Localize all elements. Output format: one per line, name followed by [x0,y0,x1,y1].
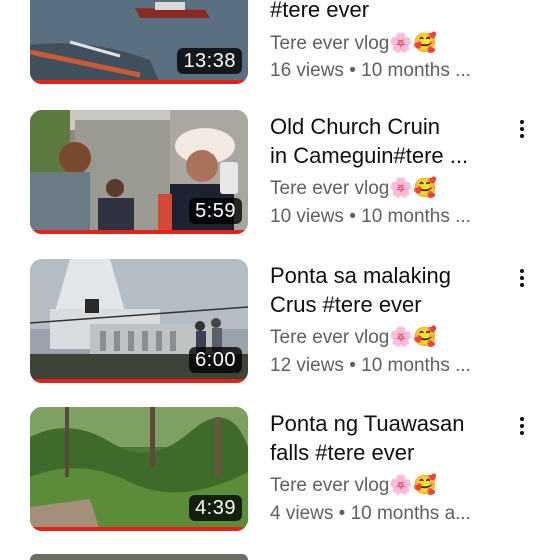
watch-progress-bar [30,230,248,234]
video-title[interactable]: #tere ever [270,0,500,24]
video-title[interactable]: Ponta sa malaking Crus #tere ever [270,261,500,319]
video-duration-badge: 6:00 [189,347,242,373]
video-duration-badge: 13:38 [177,48,242,74]
channel-name[interactable]: Tere ever vlog🌸🥰 [270,31,437,55]
video-meta: 10 views • 10 months ... [270,206,471,227]
video-title-line: falls #tere ever [270,440,415,465]
video-title-line: Old Church Cruin [270,114,440,139]
video-thumbnail[interactable]: 6:00 [30,259,248,383]
more-vert-icon[interactable] [512,263,532,293]
more-vert-icon[interactable] [512,411,532,441]
video-title-line: in Cameguin#tere ... [270,143,469,168]
video-title-line: Crus #tere ever [270,292,422,317]
video-thumbnail[interactable]: 5:59 [30,110,248,234]
watch-progress-bar [30,379,248,383]
video-duration-badge: 5:59 [189,198,242,224]
video-title[interactable]: Ponta ng Tuawasan falls #tere ever [270,409,500,467]
video-thumbnail[interactable]: 13:38 [30,0,248,84]
video-title-line: Ponta sa malaking [270,263,451,288]
watch-progress-bar [30,80,248,84]
video-title[interactable]: Old Church Cruin in Cameguin#tere ... [270,112,500,170]
channel-name[interactable]: Tere ever vlog🌸🥰 [270,325,437,349]
video-duration-badge: 4:39 [189,495,242,521]
channel-name[interactable]: Tere ever vlog🌸🥰 [270,176,437,200]
more-vert-icon[interactable] [512,114,532,144]
video-thumbnail[interactable] [30,554,248,560]
video-meta: 16 views • 10 months ... [270,60,471,81]
video-meta: 12 views • 10 months ... [270,355,471,376]
channel-name[interactable]: Tere ever vlog🌸🥰 [270,473,437,497]
video-title-line: Ponta ng Tuawasan [270,411,465,436]
video-meta: 4 views • 10 months a... [270,503,471,524]
video-thumbnail[interactable]: 4:39 [30,407,248,531]
video-title-line: #tere ever [270,0,370,22]
watch-progress-bar [30,527,248,531]
